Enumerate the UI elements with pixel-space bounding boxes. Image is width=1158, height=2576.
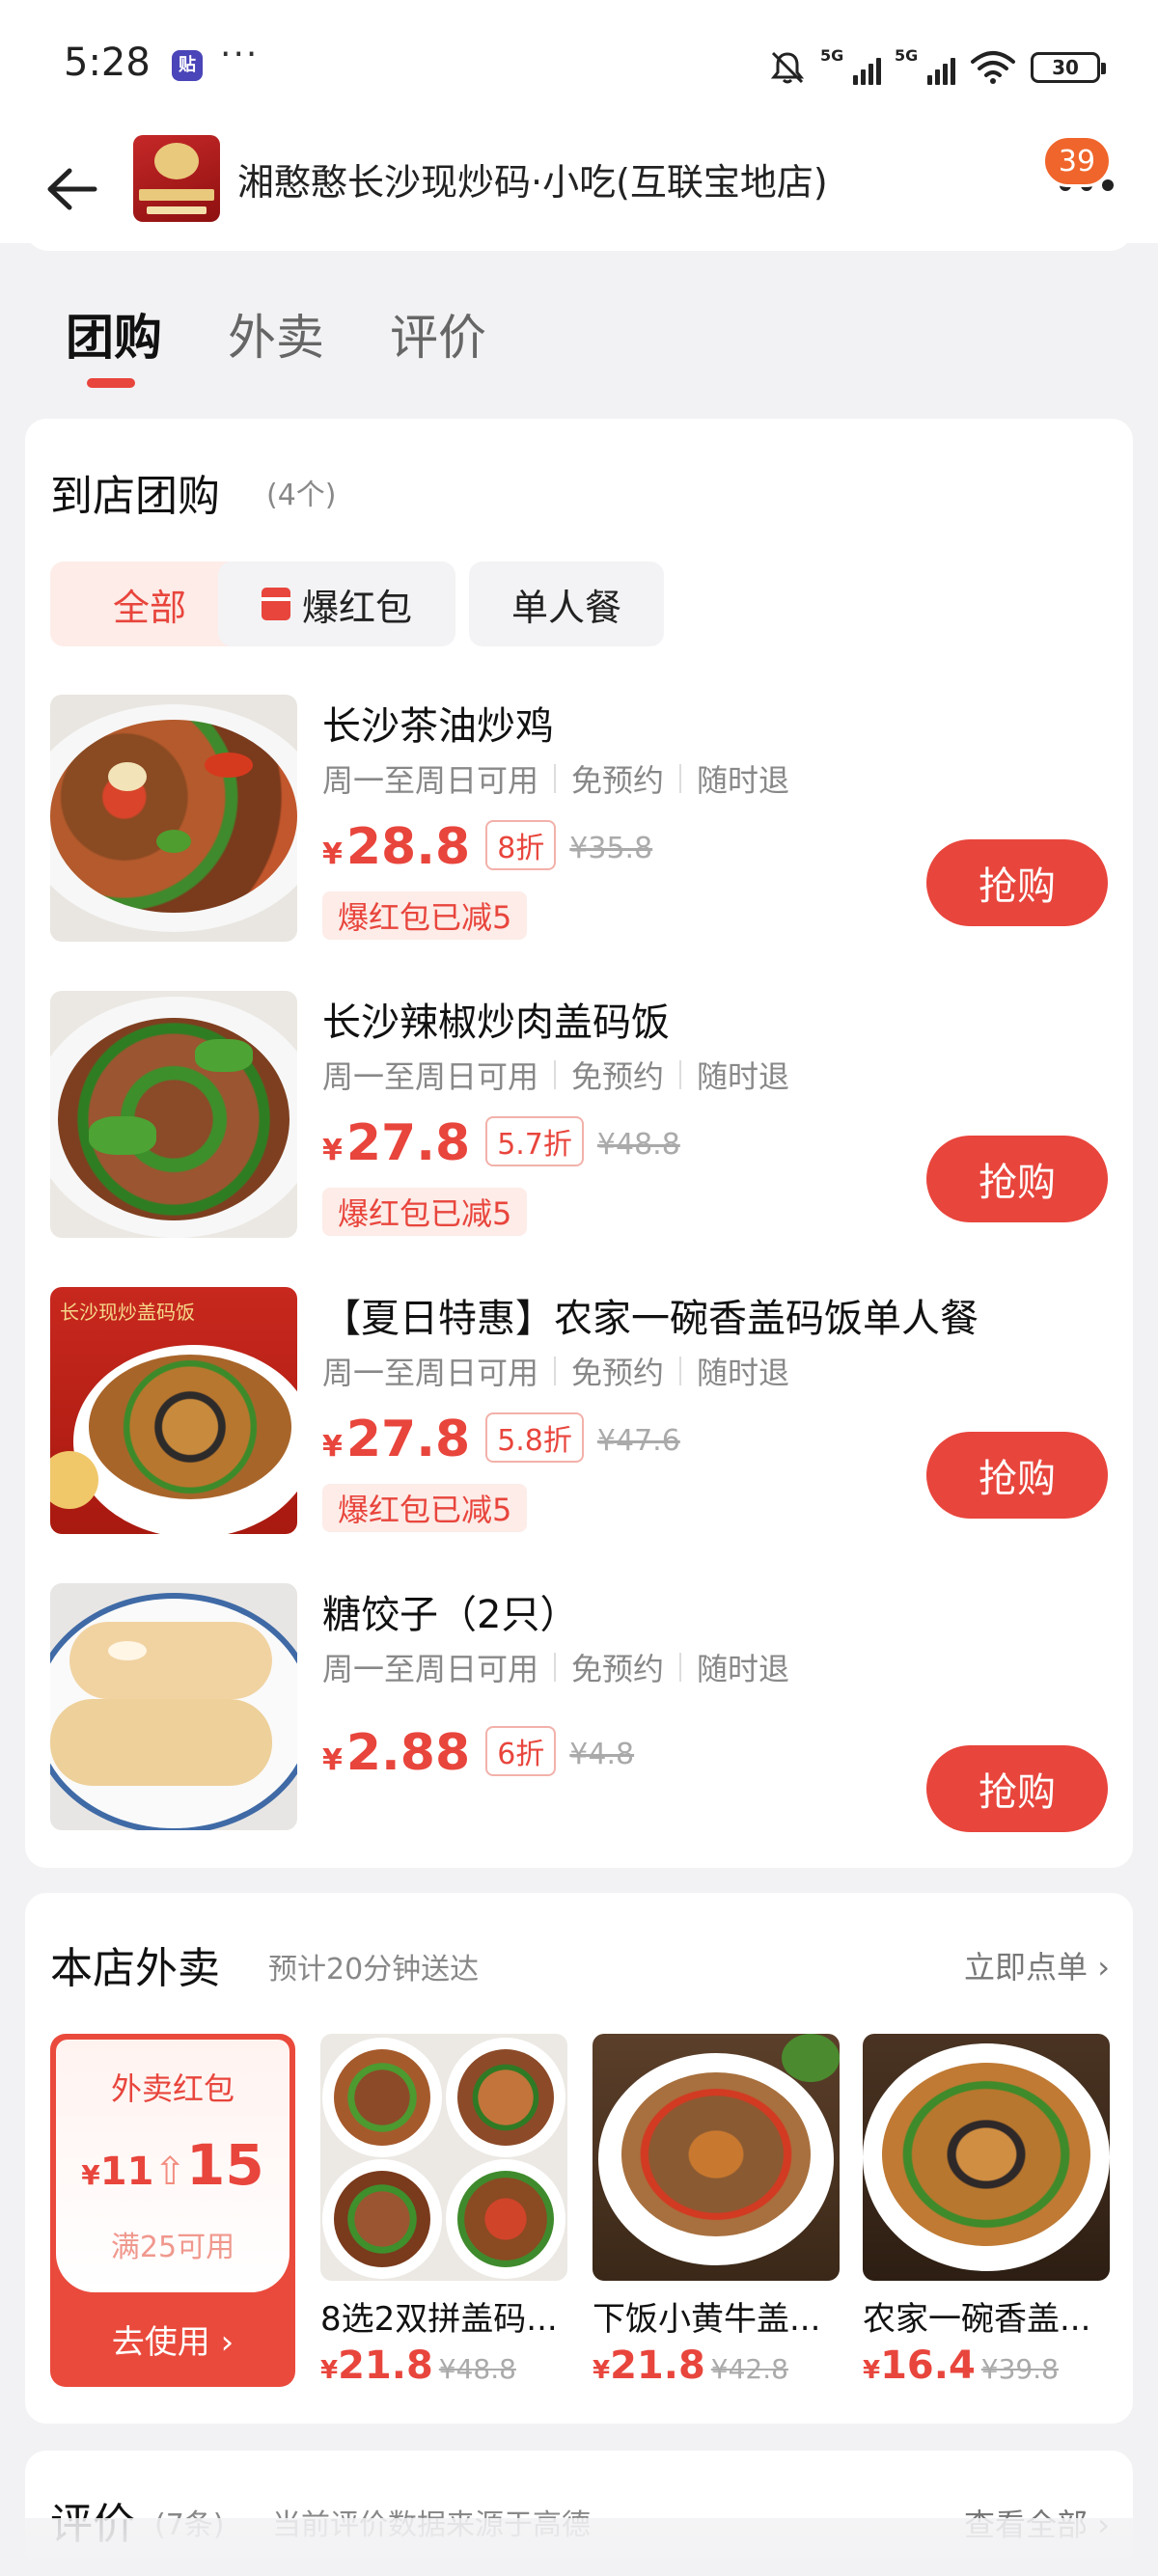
deal-name: 长沙辣椒炒肉盖码饭 (322, 1000, 670, 1045)
buy-button[interactable]: 抢购 (926, 839, 1108, 926)
deal-terms: 周一至周日可用 免预约 随时退 (322, 762, 790, 799)
delivery-coupon[interactable]: 外卖红包 ¥11⇧15 满25可用 去使用 › (50, 2034, 295, 2387)
deal-name: 长沙茶油炒鸡 (322, 704, 554, 749)
deal-item[interactable]: 长沙现炒盖码饭 【夏日特惠】农家一碗香盖码饭单人餐 周一至周日可用 免预约 随时… (0, 1287, 1158, 1538)
deal-price-value: 28.8 (345, 818, 471, 876)
buy-button[interactable]: 抢购 (926, 1432, 1108, 1519)
dish-price: ¥16.4 ¥39.8 (863, 2343, 1059, 2388)
deal-item[interactable]: 糖饺子（2只） 周一至周日可用 免预约 随时退 ¥ 2.88 6折 ¥4.8 抢… (0, 1583, 1158, 1834)
deal-original-price: ¥35.8 (569, 832, 653, 865)
deal-price: ¥ 28.8 8折 ¥35.8 (322, 818, 653, 876)
battery-icon: 30 (1031, 52, 1106, 83)
deal-discount: 6折 (485, 1726, 557, 1776)
delivery-title: 本店外卖 (50, 1944, 220, 1993)
deal-price: ¥ 27.8 5.7折 ¥48.8 (322, 1114, 680, 1172)
deal-item[interactable]: 长沙辣椒炒肉盖码饭 周一至周日可用 免预约 随时退 ¥ 27.8 5.7折 ¥4… (0, 991, 1158, 1242)
coupon-condition: 满25可用 (110, 2231, 235, 2264)
deal-discount: 5.8折 (485, 1412, 584, 1463)
wifi-icon (971, 51, 1015, 84)
signal-icon: 5G (820, 46, 881, 85)
red-packet-tag: 爆红包已减5 (322, 1484, 528, 1532)
filter-single-meal-label: 单人餐 (510, 586, 621, 629)
deal-original-price: ¥47.6 (596, 1424, 680, 1458)
deal-image-caption: 长沙现炒盖码饭 (60, 1301, 195, 1324)
dish-name: 8选2双拼盖码... (320, 2300, 558, 2339)
deal-image: 长沙现炒盖码饭 (50, 1287, 297, 1534)
red-packet-tag: 爆红包已减5 (322, 1188, 528, 1236)
deal-discount: 5.7折 (485, 1116, 584, 1166)
use-coupon-button[interactable]: 去使用 › (50, 2316, 295, 2363)
back-button[interactable] (35, 152, 108, 226)
groupbuy-count: (4个) (266, 479, 337, 512)
store-name: 湘憨憨长沙现炒码·小吃(互联宝地店) (237, 161, 828, 204)
deal-name: 糖饺子（2只） (322, 1593, 579, 1637)
dish-item[interactable]: 下饭小黄牛盖... ¥21.8 ¥42.8 (593, 2034, 840, 2388)
dish-price: ¥21.8 ¥42.8 (593, 2343, 788, 2388)
dish-image (320, 2034, 567, 2281)
deal-discount: 8折 (485, 820, 557, 870)
app-notification-icon: 贴 (172, 50, 203, 81)
mute-bell-icon (770, 51, 805, 84)
deal-price-value: 27.8 (345, 1411, 471, 1468)
tab-bar: 团购 外卖 评价 (0, 289, 1158, 396)
tab-reviews[interactable]: 评价 (390, 299, 486, 369)
deal-price-value: 27.8 (345, 1114, 471, 1172)
red-packet-tag: 爆红包已减5 (322, 891, 528, 940)
buy-button[interactable]: 抢购 (926, 1136, 1108, 1222)
dish-item[interactable]: 农家一碗香盖... ¥16.4 ¥39.8 (863, 2034, 1110, 2388)
back-arrow-icon (47, 168, 97, 210)
store-logo (133, 135, 220, 222)
delivery-eta: 预计20分钟送达 (268, 1953, 480, 1987)
deal-price-value: 2.88 (345, 1724, 471, 1782)
deal-terms: 周一至周日可用 免预约 随时退 (322, 1651, 790, 1687)
dish-item[interactable]: 8选2双拼盖码... ¥21.8 ¥48.8 (320, 2034, 567, 2388)
status-icons: 5G 5G 30 (768, 46, 1106, 89)
groupbuy-title: 到店团购 (50, 472, 220, 521)
filter-all-label: 全部 (112, 586, 186, 629)
tab-delivery[interactable]: 外卖 (228, 299, 324, 369)
dish-image (593, 2034, 840, 2281)
more-dot-icon (1102, 179, 1114, 191)
more-button[interactable]: 39 (1042, 135, 1125, 214)
arrow-up-icon: ⇧ (153, 2150, 186, 2194)
deal-original-price: ¥4.8 (569, 1738, 635, 1771)
active-tab-indicator (87, 378, 135, 388)
deal-original-price: ¥48.8 (596, 1128, 680, 1162)
red-packet-icon (261, 588, 290, 620)
status-more-icon: ··· (220, 35, 260, 74)
buy-button[interactable]: 抢购 (926, 1745, 1108, 1832)
filter-single-meal[interactable]: 单人餐 (469, 562, 664, 646)
status-bar: 5:28 贴 ··· 5G 5G 30 (0, 0, 1158, 135)
deal-terms: 周一至周日可用 免预约 随时退 (322, 1058, 790, 1095)
deal-price: ¥ 27.8 5.8折 ¥47.6 (322, 1411, 680, 1468)
order-now-link[interactable]: 立即点单 › (964, 1943, 1110, 1987)
dish-image (863, 2034, 1110, 2281)
coupon-title: 外卖红包 (110, 2070, 234, 2107)
message-count-badge: 39 (1042, 135, 1112, 187)
deal-image (50, 991, 297, 1238)
dish-name: 下饭小黄牛盖... (593, 2300, 821, 2339)
deal-terms: 周一至周日可用 免预约 随时退 (322, 1355, 790, 1391)
status-time: 5:28 (64, 41, 151, 85)
filter-red-packet-label: 爆红包 (301, 586, 412, 629)
coupon-amount: ¥11⇧15 (81, 2132, 264, 2198)
header-edge (25, 224, 1133, 251)
deal-name: 【夏日特惠】农家一碗香盖码饭单人餐 (322, 1297, 979, 1341)
tab-groupbuy[interactable]: 团购 (66, 299, 162, 369)
deal-image (50, 695, 297, 942)
deal-price: ¥ 2.88 6折 ¥4.8 (322, 1724, 635, 1782)
deal-image (50, 1583, 297, 1830)
dish-price: ¥21.8 ¥48.8 (320, 2343, 516, 2388)
deal-item[interactable]: 长沙茶油炒鸡 周一至周日可用 免预约 随时退 ¥ 28.8 8折 ¥35.8 爆… (0, 695, 1158, 945)
filter-red-packet[interactable]: 爆红包 (218, 562, 455, 646)
dish-name: 农家一碗香盖... (863, 2300, 1091, 2339)
bottom-fade (0, 2518, 1158, 2576)
signal-icon-2: 5G (895, 46, 955, 85)
